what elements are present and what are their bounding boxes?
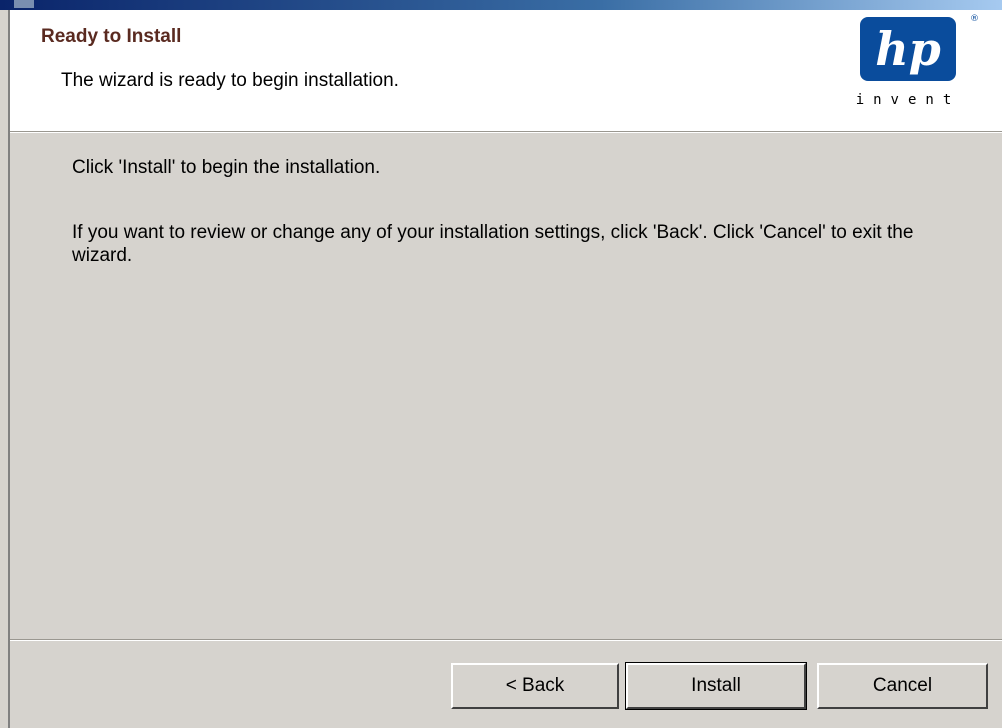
window-titlebar[interactable] [0,0,1002,10]
window-icon [14,0,34,8]
page-title: Ready to Install [41,26,182,47]
install-button[interactable]: Install [625,662,807,710]
hp-logo-text: hp [875,22,941,76]
page-subtitle: The wizard is ready to begin installatio… [61,70,399,91]
back-button[interactable]: < Back [451,663,619,709]
hp-logo: hp ® invent [832,11,982,115]
hp-logo-tagline: invent [856,92,961,108]
cancel-button[interactable]: Cancel [817,663,988,709]
review-instructions-text: If you want to review or change any of y… [72,222,914,266]
instruction-text: Click 'Install' to begin the installatio… [72,157,381,178]
svg-text:®: ® [970,14,979,24]
footer-divider [10,639,1002,641]
header-divider [10,131,1002,133]
